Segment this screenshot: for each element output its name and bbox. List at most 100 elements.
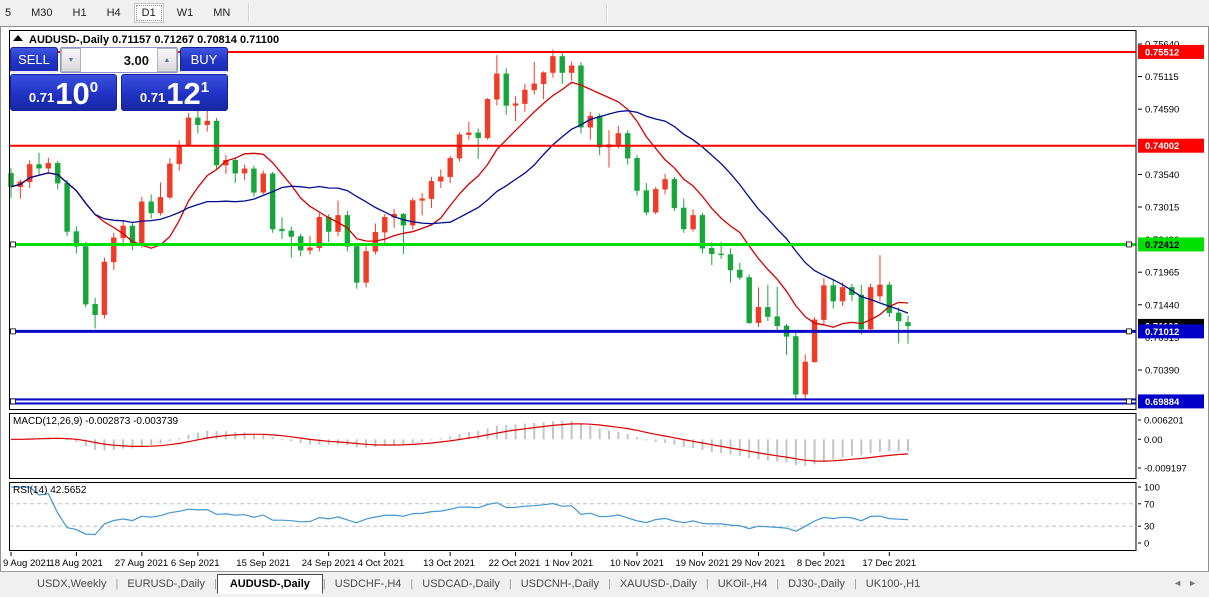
volume-increase-button[interactable]: ▲ xyxy=(157,48,177,72)
volume-input[interactable]: 3.00 xyxy=(81,48,157,72)
candle[interactable] xyxy=(550,56,555,72)
candle[interactable] xyxy=(672,179,677,208)
chart-tab-usdcad-daily[interactable]: USDCAD-,Daily xyxy=(413,575,509,593)
candle[interactable] xyxy=(719,254,724,255)
candle[interactable] xyxy=(821,286,826,320)
hline-0.69884[interactable] xyxy=(9,399,1136,404)
tf-button-m30[interactable]: M30 xyxy=(24,4,59,22)
candle[interactable] xyxy=(578,66,583,127)
candle[interactable] xyxy=(373,232,378,251)
tf-button-m5[interactable]: 5 xyxy=(0,4,18,22)
candle[interactable] xyxy=(793,336,798,394)
tf-button-d1[interactable]: D1 xyxy=(134,3,164,23)
candle[interactable] xyxy=(812,320,817,362)
candle[interactable] xyxy=(167,164,172,198)
candle[interactable] xyxy=(522,90,527,104)
candle[interactable] xyxy=(756,307,761,323)
chart-tab-usdx-weekly[interactable]: USDX,Weekly xyxy=(28,575,115,593)
candle[interactable] xyxy=(448,158,453,177)
buy-button[interactable]: BUY xyxy=(180,47,228,73)
chart-tab-usdchf-h4[interactable]: USDCHF-,H4 xyxy=(326,575,411,593)
tf-button-w1[interactable]: W1 xyxy=(170,4,201,22)
candle[interactable] xyxy=(663,179,668,189)
candle[interactable] xyxy=(111,238,116,262)
candle[interactable] xyxy=(635,158,640,190)
candle[interactable] xyxy=(513,104,518,106)
candle[interactable] xyxy=(896,313,901,321)
candle[interactable] xyxy=(177,146,182,164)
candle[interactable] xyxy=(597,116,602,147)
candle[interactable] xyxy=(476,133,481,138)
candle[interactable] xyxy=(691,215,696,229)
volume-decrease-button[interactable]: ▼ xyxy=(61,48,81,72)
candle[interactable] xyxy=(158,197,163,213)
line-drag-handle[interactable] xyxy=(1127,242,1132,247)
tf-button-h4[interactable]: H4 xyxy=(100,4,128,22)
line-drag-handle[interactable] xyxy=(1127,399,1132,404)
candle[interactable] xyxy=(83,246,88,304)
candle[interactable] xyxy=(438,177,443,181)
sell-button[interactable]: SELL xyxy=(10,47,58,73)
candle[interactable] xyxy=(242,169,247,173)
candle[interactable] xyxy=(429,181,434,198)
candle[interactable] xyxy=(270,174,275,229)
candle[interactable] xyxy=(504,74,509,106)
candle[interactable] xyxy=(728,255,733,271)
hline-0.71012[interactable] xyxy=(9,329,1136,334)
candle[interactable] xyxy=(541,73,546,84)
candle[interactable] xyxy=(102,262,107,315)
hline-0.72412[interactable] xyxy=(9,242,1136,247)
line-drag-handle[interactable] xyxy=(1127,329,1132,334)
line-drag-handle[interactable] xyxy=(11,399,16,404)
candle[interactable] xyxy=(420,199,425,201)
chart-tab-usdcnh-daily[interactable]: USDCNH-,Daily xyxy=(512,575,608,593)
candle[interactable] xyxy=(588,116,593,127)
candle[interactable] xyxy=(149,202,154,213)
candle[interactable] xyxy=(560,56,565,72)
candle[interactable] xyxy=(195,118,200,125)
candle[interactable] xyxy=(55,163,60,183)
line-drag-handle[interactable] xyxy=(11,242,16,247)
candle[interactable] xyxy=(737,270,742,277)
candle[interactable] xyxy=(354,246,359,282)
candle[interactable] xyxy=(765,307,770,316)
candle[interactable] xyxy=(214,121,219,165)
candle[interactable] xyxy=(747,277,752,322)
candle[interactable] xyxy=(485,99,490,137)
candle[interactable] xyxy=(308,248,313,250)
chart-tab-eurusd-daily[interactable]: EURUSD-,Daily xyxy=(118,575,214,593)
line-drag-handle[interactable] xyxy=(11,329,16,334)
candle[interactable] xyxy=(279,229,284,231)
candle[interactable] xyxy=(775,317,780,326)
candle[interactable] xyxy=(466,133,471,135)
chart-tab-audusd-daily[interactable]: AUDUSD-,Daily xyxy=(217,574,323,594)
candle[interactable] xyxy=(494,74,499,99)
candle[interactable] xyxy=(93,304,98,315)
candle[interactable] xyxy=(65,183,70,231)
candle[interactable] xyxy=(709,248,714,254)
candle[interactable] xyxy=(803,362,808,394)
candle[interactable] xyxy=(906,322,911,326)
candle[interactable] xyxy=(364,251,369,282)
chart-tab-dj30-daily[interactable]: DJ30-,Daily xyxy=(779,575,854,593)
candle[interactable] xyxy=(569,66,574,73)
candle[interactable] xyxy=(205,121,210,125)
candle[interactable] xyxy=(532,84,537,90)
candle[interactable] xyxy=(616,133,621,144)
candle[interactable] xyxy=(186,118,191,146)
candle[interactable] xyxy=(877,285,882,296)
tf-button-h1[interactable]: H1 xyxy=(66,4,94,22)
chart-tab-ukoil-h4[interactable]: UKOil-,H4 xyxy=(709,575,777,593)
bid-quote-box[interactable]: 0.71100 xyxy=(10,74,117,111)
candle[interactable] xyxy=(289,231,294,237)
chart-tab-xauusd-daily[interactable]: XAUUSD-,Daily xyxy=(611,575,706,593)
candle[interactable] xyxy=(382,217,387,232)
candle[interactable] xyxy=(868,287,873,329)
date-axis[interactable]: 9 Aug 202118 Aug 202127 Aug 20216 Sep 20… xyxy=(3,552,916,569)
candle[interactable] xyxy=(644,191,649,213)
ask-quote-box[interactable]: 0.71121 xyxy=(121,74,228,111)
candle[interactable] xyxy=(233,160,238,173)
scroll-right-icon[interactable]: ► xyxy=(1188,578,1203,588)
candle[interactable] xyxy=(840,287,845,301)
candle[interactable] xyxy=(653,189,658,212)
